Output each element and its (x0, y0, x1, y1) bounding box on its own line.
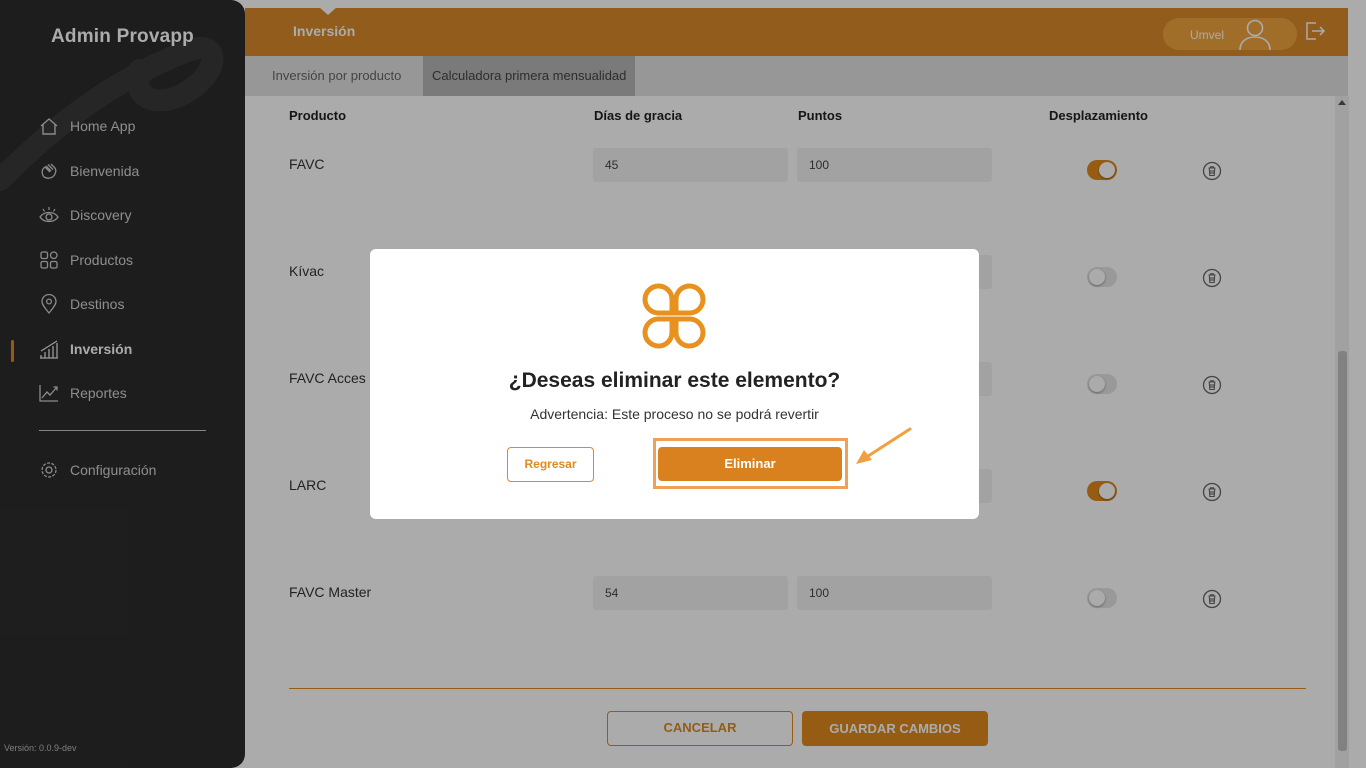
col-header-desplazamiento: Desplazamiento (1049, 108, 1148, 123)
scroll-thumb[interactable] (1338, 351, 1347, 751)
wave-hand-icon (38, 160, 60, 182)
tab-bar: Inversión por producto Calculadora prime… (245, 56, 1348, 96)
bar-chart-icon (38, 338, 60, 360)
desplazamiento-toggle[interactable] (1087, 160, 1117, 180)
delete-button[interactable]: Eliminar (658, 447, 842, 481)
logout-icon[interactable] (1304, 20, 1326, 42)
user-menu[interactable]: Umvel (1163, 18, 1297, 51)
active-indicator (11, 340, 14, 362)
grid-icon (38, 249, 60, 271)
footer-divider (289, 688, 1306, 689)
dialog-warning: Advertencia: Este proceso no se podrá re… (530, 406, 819, 422)
tab-calculadora[interactable]: Calculadora primera mensualidad (423, 56, 636, 96)
sidebar-item-inversion[interactable]: Inversión (38, 337, 132, 361)
table-row: FAVC Master 54 100 (245, 576, 1335, 636)
col-header-dias: Días de gracia (594, 108, 683, 123)
sidebar-item-label: Destinos (70, 296, 125, 312)
page-title: Inversión (293, 23, 356, 39)
sidebar-item-label: Home App (70, 118, 136, 134)
top-bar: Inversión Umvel (245, 7, 1348, 56)
trash-icon[interactable] (1202, 482, 1222, 502)
avatar-icon (1239, 19, 1271, 51)
puntos-input[interactable]: 100 (797, 148, 992, 182)
sidebar-item-reportes[interactable]: Reportes (38, 381, 127, 405)
home-icon (38, 115, 60, 137)
sidebar-item-label: Configuración (70, 462, 157, 478)
scrollbar[interactable] (1335, 96, 1349, 768)
product-name: Kívac (289, 263, 325, 279)
delete-confirm-dialog: ¿Deseas eliminar este elemento? Adverten… (370, 249, 979, 519)
desplazamiento-toggle[interactable] (1087, 374, 1117, 394)
desplazamiento-toggle[interactable] (1087, 481, 1117, 501)
pointer-arrow-icon (856, 427, 912, 464)
trash-icon[interactable] (1202, 161, 1222, 181)
sidebar-divider (39, 430, 206, 431)
sidebar-item-label: Productos (70, 252, 134, 268)
dialog-title: ¿Deseas eliminar este elemento? (508, 369, 841, 392)
gear-icon (38, 459, 60, 481)
puntos-input[interactable]: 100 (797, 576, 992, 610)
scroll-up-arrow-icon[interactable] (1338, 100, 1346, 105)
sidebar-item-configuracion[interactable]: Configuración (38, 458, 156, 482)
back-button[interactable]: Regresar (507, 447, 594, 482)
sidebar-item-home-app[interactable]: Home App (38, 114, 135, 138)
product-name: FAVC Master (289, 584, 372, 600)
sidebar: Admin Provapp Home App Bienvenida Discov… (0, 0, 245, 768)
version-label: Versión: 0.0.9-dev (4, 743, 77, 753)
table-row: FAVC 45 100 (245, 148, 1335, 208)
sidebar-item-label: Inversión (70, 341, 133, 357)
toggle-knob (1089, 269, 1105, 285)
cancel-button[interactable]: CANCELAR (607, 711, 793, 746)
product-name: FAVC Acces (289, 370, 366, 386)
sidebar-item-bienvenida[interactable]: Bienvenida (38, 159, 139, 183)
clover-logo-icon (642, 283, 706, 349)
sidebar-item-productos[interactable]: Productos (38, 248, 133, 272)
col-header-producto: Producto (289, 108, 347, 123)
map-pin-icon (38, 293, 60, 315)
sidebar-item-label: Discovery (70, 207, 132, 223)
sidebar-item-label: Bienvenida (70, 163, 140, 179)
trash-icon[interactable] (1202, 268, 1222, 288)
user-name: Umvel (1190, 28, 1225, 42)
toggle-knob (1089, 590, 1105, 606)
active-notch (319, 7, 337, 15)
sidebar-item-destinos[interactable]: Destinos (38, 292, 124, 316)
col-header-puntos: Puntos (798, 108, 843, 123)
dias-input[interactable]: 45 (593, 148, 788, 182)
toggle-knob (1099, 162, 1115, 178)
trash-icon[interactable] (1202, 589, 1222, 609)
toggle-knob (1099, 483, 1115, 499)
desplazamiento-toggle[interactable] (1087, 267, 1117, 287)
product-name: LARC (289, 477, 327, 493)
sidebar-item-discovery[interactable]: Discovery (38, 203, 131, 227)
tab-inversion-por-producto[interactable]: Inversión por producto (263, 56, 410, 96)
save-changes-button[interactable]: GUARDAR CAMBIOS (802, 711, 988, 746)
trash-icon[interactable] (1202, 375, 1222, 395)
product-name: FAVC (289, 156, 325, 172)
desplazamiento-toggle[interactable] (1087, 588, 1117, 608)
line-chart-icon (38, 382, 60, 404)
dias-input[interactable]: 54 (593, 576, 788, 610)
sidebar-item-label: Reportes (70, 385, 127, 401)
eye-icon (38, 204, 60, 226)
app-brand: Admin Provapp (50, 26, 194, 47)
toggle-knob (1089, 376, 1105, 392)
